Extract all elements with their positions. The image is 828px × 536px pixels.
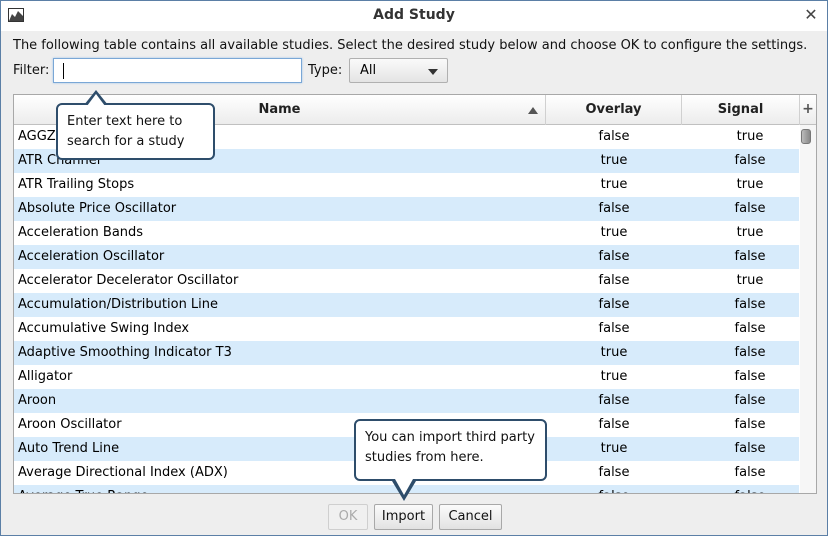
title-bar: Add Study ✕ — [1, 1, 827, 31]
study-name-cell: Accelerator Decelerator Oscillator — [18, 273, 239, 288]
signal-cell: false — [734, 153, 766, 168]
overlay-cell: true — [600, 177, 628, 192]
sort-ascending-icon — [528, 107, 538, 114]
text-caret — [63, 63, 64, 79]
scrollbar-thumb[interactable] — [801, 129, 811, 144]
overlay-cell: false — [546, 485, 682, 493]
close-icon[interactable]: ✕ — [803, 5, 819, 25]
overlay-cell: false — [598, 321, 630, 336]
type-select[interactable]: All — [349, 58, 448, 83]
filter-label: Filter: — [13, 63, 50, 78]
signal-cell: true — [736, 225, 764, 240]
signal-cell: false — [734, 321, 766, 336]
overlay-cell: false — [598, 417, 630, 432]
signal-cell: false — [682, 485, 816, 493]
signal-cell: false — [734, 249, 766, 264]
signal-cell: false — [734, 465, 766, 480]
table-row[interactable]: Absolute Price Oscillator false false — [14, 197, 799, 221]
signal-cell: true — [736, 129, 764, 144]
add-study-dialog: Add Study ✕ The following table contains… — [0, 0, 828, 536]
signal-cell: false — [734, 201, 766, 216]
cancel-button[interactable]: Cancel — [439, 504, 502, 530]
study-name-cell: Average True Range — [18, 485, 538, 493]
overlay-cell: false — [598, 393, 630, 408]
signal-cell: false — [734, 345, 766, 360]
study-name-cell: Accumulation/Distribution Line — [18, 297, 219, 312]
vertical-scrollbar[interactable] — [800, 125, 816, 493]
add-column-icon[interactable]: + — [800, 95, 816, 125]
study-name-cell: Acceleration Oscillator — [18, 249, 165, 264]
filter-input[interactable] — [53, 58, 302, 83]
chevron-down-icon — [428, 69, 438, 75]
signal-cell: false — [734, 369, 766, 384]
import-help-callout: You can import third party studies from … — [354, 419, 547, 501]
overlay-cell: true — [600, 153, 628, 168]
column-header-signal[interactable]: Signal — [682, 95, 800, 125]
table-row[interactable]: Acceleration Oscillator false false — [14, 245, 799, 269]
type-label: Type: — [308, 63, 343, 78]
overlay-cell: true — [600, 225, 628, 240]
overlay-cell: true — [600, 441, 628, 456]
callout-tail-fill — [87, 94, 105, 106]
study-name-cell: Adaptive Smoothing Indicator T3 — [18, 345, 232, 360]
study-name-cell: Absolute Price Oscillator — [18, 201, 177, 216]
signal-cell: true — [736, 177, 764, 192]
study-name-cell: Aroon — [18, 393, 57, 408]
table-row[interactable]: Adaptive Smoothing Indicator T3 true false — [14, 341, 799, 365]
study-name-cell: Accumulative Swing Index — [18, 321, 190, 336]
table-row[interactable]: Alligator true false — [14, 365, 799, 389]
dialog-description: The following table contains all availab… — [13, 38, 808, 53]
table-row[interactable]: Aroon false false — [14, 389, 799, 413]
type-select-value: All — [360, 63, 377, 78]
study-name-cell: Acceleration Bands — [18, 225, 144, 240]
table-row[interactable]: Accumulative Swing Index false false — [14, 317, 799, 341]
import-button[interactable]: Import — [374, 504, 433, 530]
column-header-overlay[interactable]: Overlay — [546, 95, 682, 125]
callout-tail-fill — [395, 479, 413, 495]
overlay-cell: false — [598, 249, 630, 264]
table-row[interactable]: Accumulation/Distribution Line false false — [14, 293, 799, 317]
signal-cell: false — [734, 297, 766, 312]
filter-help-text: Enter text here to search for a study — [67, 114, 185, 149]
table-row[interactable]: Accelerator Decelerator Oscillator false t… — [14, 269, 799, 293]
study-name-cell: ATR Trailing Stops — [18, 177, 135, 192]
signal-cell: false — [734, 417, 766, 432]
overlay-cell: false — [598, 297, 630, 312]
ok-button[interactable]: OK — [328, 504, 368, 530]
study-name-cell: Alligator — [18, 369, 73, 384]
signal-cell: false — [734, 393, 766, 408]
signal-cell: false — [734, 441, 766, 456]
table-row[interactable]: ATR Trailing Stops true true — [14, 173, 799, 197]
overlay-cell: false — [598, 129, 630, 144]
dialog-title: Add Study — [373, 7, 455, 23]
overlay-cell: true — [600, 369, 628, 384]
overlay-cell: false — [598, 273, 630, 288]
filter-help-callout: Enter text here to search for a study — [56, 90, 215, 160]
signal-cell: true — [736, 273, 764, 288]
table-row[interactable]: Acceleration Bands true true — [14, 221, 799, 245]
overlay-cell: false — [598, 201, 630, 216]
import-help-text: You can import third party studies from … — [365, 430, 535, 465]
overlay-cell: false — [598, 465, 630, 480]
overlay-cell: true — [600, 345, 628, 360]
